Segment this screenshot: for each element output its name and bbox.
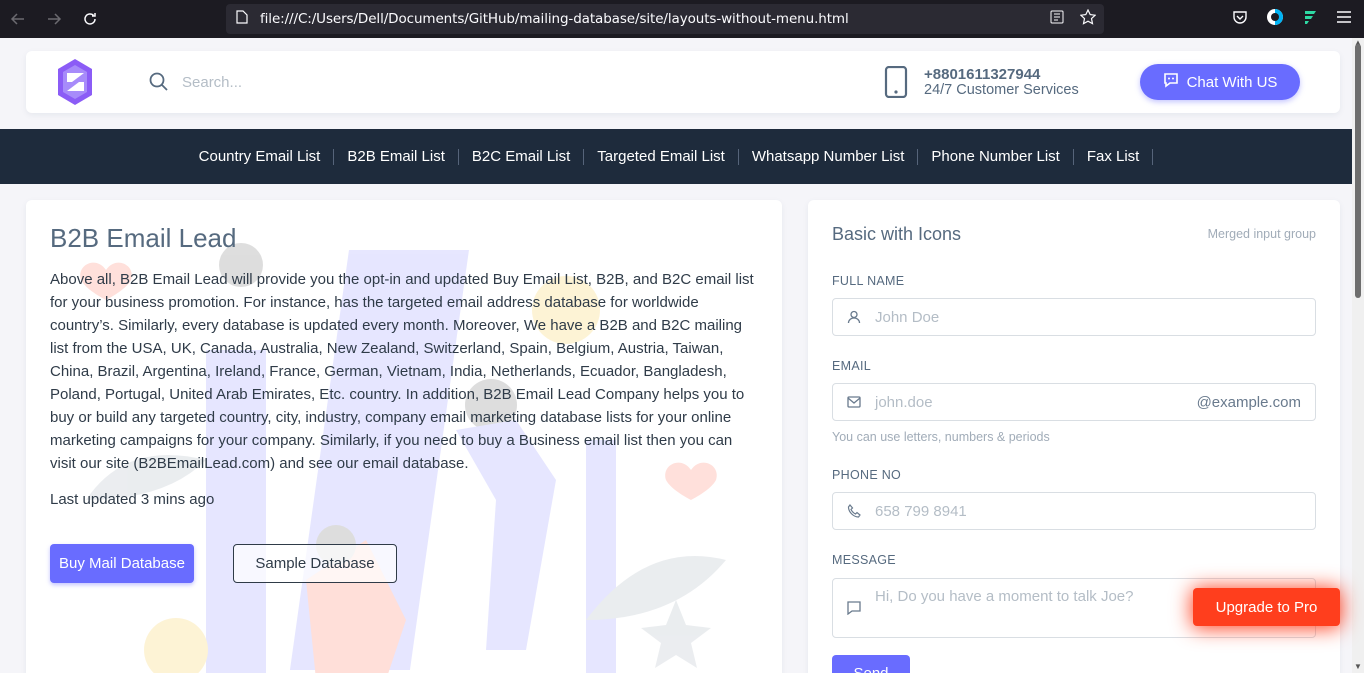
hero-title: B2B Email Lead	[50, 223, 237, 253]
extension-circle-icon[interactable]	[1266, 8, 1284, 31]
email-field[interactable]: john.doe @example.com	[832, 383, 1316, 421]
chat-with-us-button[interactable]: Chat With US	[1140, 64, 1300, 100]
nav-item-fax-list[interactable]: Fax List	[1074, 148, 1154, 165]
form-subtitle: Merged input group	[1207, 227, 1316, 241]
message-label: MESSAGE	[832, 553, 896, 567]
user-icon	[833, 310, 875, 324]
email-domain-suffix: @example.com	[1196, 393, 1301, 411]
forward-icon[interactable]	[36, 0, 72, 38]
reader-view-icon[interactable]	[1050, 10, 1064, 29]
send-button[interactable]: Send	[832, 655, 910, 673]
phone-field[interactable]: 658 799 8941	[832, 492, 1316, 530]
scroll-down-icon[interactable]: ▼	[1354, 662, 1362, 671]
chat-button-label: Chat With US	[1186, 73, 1278, 91]
url-bar[interactable]: file:///C:/Users/Dell/Documents/GitHub/m…	[226, 4, 1104, 34]
comment-icon	[833, 601, 875, 615]
email-label: EMAIL	[832, 359, 872, 373]
nav-item-country-email-list[interactable]: Country Email List	[199, 148, 335, 165]
last-updated-text: Last updated 3 mins ago	[50, 491, 215, 508]
hero-card: B2B Email Lead Above all, B2B Email Lead…	[26, 200, 782, 673]
nav-item-whatsapp-number-list[interactable]: Whatsapp Number List	[739, 148, 919, 165]
search-icon[interactable]	[149, 72, 169, 97]
buy-mail-database-button[interactable]: Buy Mail Database	[50, 544, 194, 583]
nav-item-targeted-email-list[interactable]: Targeted Email List	[584, 148, 739, 165]
back-icon[interactable]	[0, 0, 36, 38]
full-name-field[interactable]: John Doe	[832, 298, 1316, 336]
browser-toolbar: file:///C:/Users/Dell/Documents/GitHub/m…	[0, 0, 1364, 38]
page-icon	[236, 9, 248, 29]
extension-f-icon[interactable]	[1302, 9, 1318, 30]
email-placeholder: john.doe	[875, 393, 933, 411]
full-name-label: FULL NAME	[832, 274, 905, 288]
page-scrollbar[interactable]: ▲ ▼	[1352, 38, 1364, 673]
chat-bubble-icon	[1163, 72, 1179, 92]
phone-placeholder: 658 799 8941	[875, 502, 967, 520]
search-input[interactable]	[182, 69, 382, 95]
phone-number[interactable]: +8801611327944	[924, 66, 1040, 83]
hero-description: Above all, B2B Email Lead will provide y…	[50, 271, 754, 472]
top-header: +8801611327944 24/7 Customer Services Ch…	[26, 51, 1340, 113]
sample-database-button[interactable]: Sample Database	[233, 544, 397, 583]
nav-item-phone-number-list[interactable]: Phone Number List	[918, 148, 1074, 165]
bookmark-star-icon[interactable]	[1079, 8, 1097, 30]
pocket-icon[interactable]	[1232, 9, 1248, 30]
reload-icon[interactable]	[72, 0, 108, 38]
nav-item-b2b-email-list[interactable]: B2B Email List	[334, 148, 459, 165]
full-name-placeholder: John Doe	[875, 308, 940, 326]
nav-item-b2c-email-list[interactable]: B2C Email List	[459, 148, 585, 165]
email-help-text: You can use letters, numbers & periods	[832, 430, 1050, 444]
brand-logo[interactable]	[56, 57, 94, 107]
scroll-thumb[interactable]	[1355, 44, 1361, 298]
customer-service-text: 24/7 Customer Services	[924, 82, 1079, 98]
form-title: Basic with Icons	[832, 224, 962, 244]
envelope-icon	[833, 396, 875, 408]
hamburger-menu-icon[interactable]	[1336, 10, 1352, 29]
url-text: file:///C:/Users/Dell/Documents/GitHub/m…	[260, 11, 849, 27]
upgrade-to-pro-button[interactable]: Upgrade to Pro	[1193, 588, 1340, 626]
mobile-phone-icon	[884, 65, 908, 103]
phone-label: PHONE NO	[832, 468, 902, 482]
phone-icon	[833, 504, 875, 518]
main-navbar: Country Email List B2B Email List B2C Em…	[0, 129, 1352, 184]
